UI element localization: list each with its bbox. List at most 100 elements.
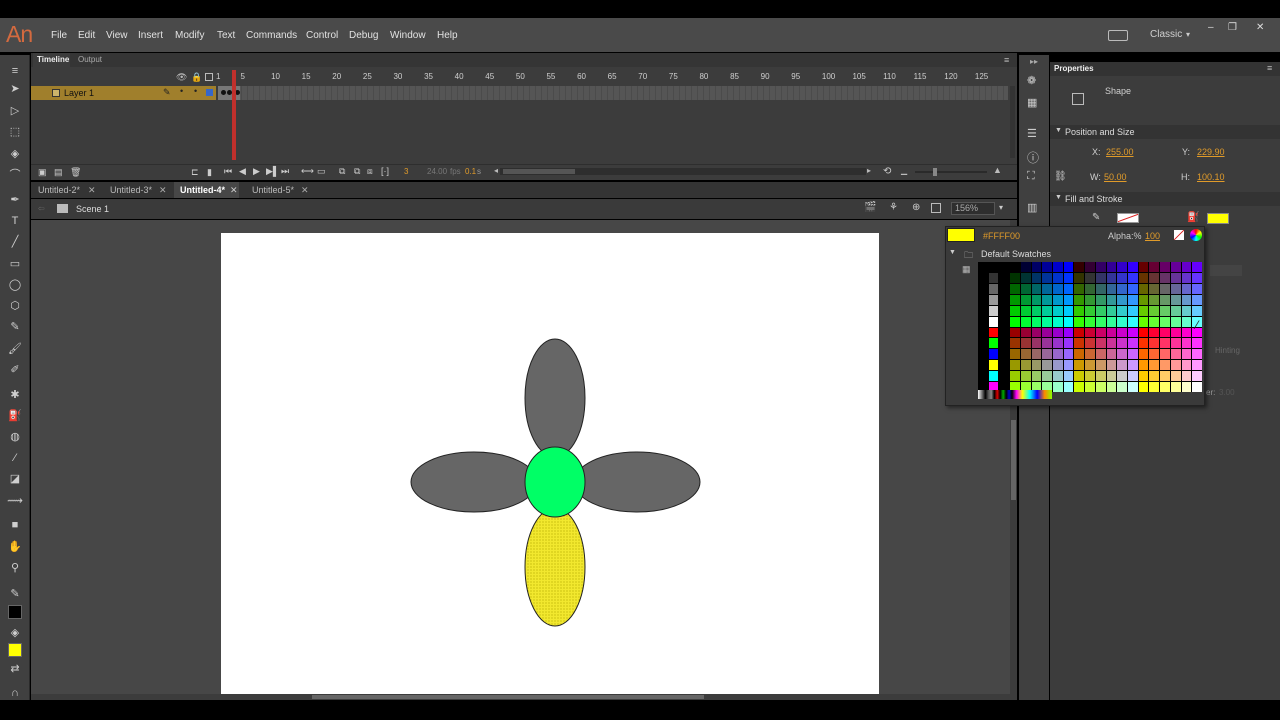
color-swatch[interactable] [1181,371,1192,382]
bone-tool-icon[interactable]: ✱ [7,388,23,402]
color-swatch[interactable] [1095,305,1106,316]
color-swatch[interactable] [1160,305,1170,316]
color-swatch[interactable] [1031,371,1042,382]
color-swatch[interactable] [1020,338,1031,349]
color-swatch[interactable] [1149,338,1160,349]
color-swatch[interactable] [1095,360,1106,371]
stroke-color-swatch[interactable] [8,605,22,619]
color-swatch[interactable] [1031,316,1042,327]
color-swatch[interactable] [1106,294,1117,305]
color-picker-icon[interactable] [1190,229,1202,241]
color-swatch[interactable] [1095,382,1106,392]
y-field[interactable]: 229.90 [1197,147,1225,157]
alpha-field[interactable]: 100 [1145,231,1160,241]
fill-color-button[interactable] [1207,213,1229,224]
fill-color-swatch[interactable] [8,643,22,657]
color-swatch[interactable] [988,294,999,305]
color-swatch[interactable] [1192,305,1202,316]
color-swatch[interactable] [1170,316,1181,327]
color-swatch[interactable] [1117,305,1127,316]
position-size-header[interactable]: Position and Size [1050,125,1280,139]
color-swatch[interactable] [999,338,1010,349]
color-swatch[interactable] [1117,272,1127,283]
info-icon[interactable]: ⓘ [1027,149,1039,166]
minimize-button[interactable]: – [1208,22,1214,33]
color-swatch[interactable] [1085,360,1095,371]
color-swatch[interactable] [1010,272,1020,283]
color-swatch[interactable] [1106,349,1117,360]
color-swatch[interactable] [1031,327,1042,338]
color-swatch[interactable] [1138,371,1149,382]
color-swatch[interactable] [1117,283,1127,294]
color-swatch[interactable] [1085,371,1095,382]
color-swatch[interactable] [999,272,1010,283]
color-swatch[interactable] [1138,327,1149,338]
onion-outline-icon[interactable]: ⧉ [354,166,360,177]
color-swatch[interactable] [1095,338,1106,349]
color-swatch[interactable] [1192,294,1202,305]
color-swatch[interactable] [1095,262,1106,272]
color-swatch[interactable] [1095,283,1106,294]
playhead[interactable] [232,70,236,160]
color-swatch[interactable] [1074,338,1085,349]
color-swatch[interactable] [988,371,999,382]
stage-vscroll-thumb[interactable] [1011,420,1016,500]
color-swatch[interactable] [1117,262,1127,272]
color-swatch[interactable] [1074,283,1085,294]
color-swatch[interactable] [1031,283,1042,294]
color-swatch[interactable] [1149,327,1160,338]
color-swatch[interactable] [1095,272,1106,283]
color-swatch[interactable] [1085,305,1095,316]
expand-icon[interactable]: ▼ [949,249,956,256]
hand-tool-icon[interactable]: ✋ [7,540,23,554]
color-swatch[interactable] [1181,294,1192,305]
stroke-color-icon[interactable]: ✎ [7,587,23,601]
eyedropper-tool-icon[interactable]: ⁄ [7,451,23,465]
color-swatch[interactable] [1138,294,1149,305]
color-swatch[interactable] [1095,371,1106,382]
color-swatch[interactable] [1117,349,1127,360]
w-field[interactable]: 50.00 [1104,172,1127,182]
pencil-tool-icon[interactable]: ✎ [7,320,23,334]
color-swatch[interactable] [1063,305,1074,316]
camera-tool-icon[interactable]: ■ [7,518,23,532]
color-swatch[interactable] [1085,316,1095,327]
miter-value[interactable]: 3.00 [1219,388,1235,397]
color-swatch[interactable] [1010,316,1020,327]
color-swatch[interactable] [1085,382,1095,392]
color-swatch[interactable] [1010,262,1020,272]
free-transform-tool-icon[interactable]: ⬚ [7,125,23,139]
color-swatch[interactable] [1138,305,1149,316]
color-swatch[interactable] [1074,262,1085,272]
text-tool-icon[interactable]: T [7,214,23,228]
fill-stroke-header[interactable]: Fill and Stroke [1050,192,1280,206]
color-swatch[interactable] [1170,327,1181,338]
menu-commands[interactable]: Commands [246,30,297,41]
color-swatch[interactable] [1160,327,1170,338]
center-stage-icon[interactable]: ⊕ [912,202,920,213]
color-swatch[interactable] [1149,294,1160,305]
color-swatch[interactable] [1149,349,1160,360]
color-swatch[interactable] [1128,262,1138,272]
color-swatch[interactable] [1106,360,1117,371]
color-swatch[interactable] [1074,371,1085,382]
color-swatch[interactable] [988,349,999,360]
color-swatch[interactable] [1020,283,1031,294]
zoom-in-icon[interactable]: ▲ [993,165,1002,175]
color-swatch[interactable] [1138,360,1149,371]
color-swatch[interactable] [1031,272,1042,283]
color-swatch[interactable] [1192,272,1202,283]
color-swatch[interactable] [1042,349,1052,360]
menu-insert[interactable]: Insert [138,30,163,41]
color-swatch[interactable] [1192,382,1202,392]
prev-frame-icon[interactable]: ◀ [239,166,246,177]
color-swatch[interactable] [1170,371,1181,382]
color-swatch[interactable] [999,360,1010,371]
color-swatch[interactable] [1170,338,1181,349]
swatch-grid[interactable] [978,262,1202,392]
paint-brush-tool-icon[interactable]: 🖌 [7,342,23,356]
align-icon[interactable]: ☰ [1027,127,1037,140]
doc-tab-untitled-3[interactable]: Untitled-3* [110,185,152,195]
workspace-sync-icon[interactable] [1108,30,1128,41]
color-panel-icon[interactable]: ❁ [1027,74,1036,87]
